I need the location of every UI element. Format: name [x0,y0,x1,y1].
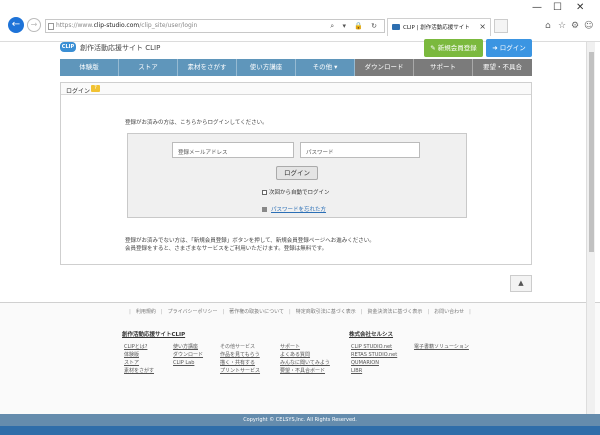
login-section-header: ログイン ? [61,83,531,95]
footer-link[interactable]: サポート [280,343,330,351]
page-icon [48,23,54,30]
url-text: https://www.clip-studio.com/clip_site/us… [56,22,198,29]
footer-link[interactable]: 使い方講座 [173,343,203,351]
back-arrow-icon[interactable]: ← [8,17,24,33]
new-tab-button[interactable] [494,19,508,33]
tab-close-icon[interactable]: × [479,22,486,31]
checkbox-icon[interactable] [262,190,267,195]
forward-arrow-icon[interactable]: → [27,18,41,32]
login-form: 登録メールアドレス パスワード ログイン 次回から自動でログイン パスワードを忘… [127,133,467,218]
footer-link[interactable]: 作品を見てもらう [220,351,260,359]
nav-item-requests[interactable]: 要望・不具合 [473,59,532,76]
nav-item-materials[interactable]: 素材をさがす [178,59,237,76]
forgot-password-link[interactable]: パスワードを忘れた方 [262,205,326,213]
browser-tab[interactable]: CLIP | 創作活動応援サイト × [387,18,491,36]
footer-link-payment[interactable]: 資金決済法に基づく表示 [367,309,422,315]
footer-link-copyright[interactable]: 著作権の取扱いについて [229,309,284,315]
browser-titlebar: ← → https://www.clip-studio.com/clip_sit… [0,0,600,42]
copyright-bar: Copyright © CELSYS,Inc. All Rights Reser… [0,414,600,426]
header-login-button[interactable]: ➜ ログイン [486,39,532,57]
login-intro-text: 登録がお済みの方は、こちらからログインしてください。 [125,120,268,126]
nav-item-tutorials[interactable]: 使い方講座 [237,59,296,76]
footer-col-3: その他サービス 作品を見てもらう 描く・共有する プリントサービス [220,343,260,375]
feedback-smile-icon[interactable]: ☺ [584,21,593,31]
clip-logo[interactable]: CLIP [60,42,76,52]
footer-link[interactable]: 要望・不具合ボード [280,367,330,375]
footer-link-contact[interactable]: お問い合わせ [434,309,464,315]
footer-col-4: サポート よくある質問 みんなに聞いてみよう 要望・不具合ボード [280,343,330,375]
tab-favicon-icon [392,24,400,30]
tab-title: CLIP | 創作活動応援サイト [403,25,470,31]
email-placeholder: 登録メールアドレス [178,150,228,156]
footer-link-privacy[interactable]: プライバシーポリシー [168,309,218,315]
nav-item-support[interactable]: サポート [414,59,473,76]
nav-item-trial[interactable]: 体験版 [60,59,119,76]
register-note-line2: 会員登録をすると、さまざまなサービスをご利用いただけます。登録は無料です。 [125,246,328,252]
password-placeholder: パスワード [306,150,334,156]
address-bar-icons[interactable]: ⌕ ▾ 🔒 ↻ [330,22,380,31]
bottom-strip [0,426,600,435]
settings-gear-icon[interactable]: ⚙ [571,21,579,31]
footer-col-5: CLIP STUDIO.net RETAS STUDIO.net QUMARIO… [351,343,397,375]
footer-link[interactable]: QUMARION [351,359,397,367]
password-field[interactable]: パスワード [300,142,420,158]
footer-link[interactable]: 素材をさがす [124,367,154,375]
help-icon[interactable]: ? [91,85,100,92]
site-title[interactable]: 創作活動応援サイト CLIP [80,43,160,53]
footer-link[interactable]: ダウンロード [173,351,203,359]
footer-link[interactable]: プリントサービス [220,367,260,375]
main-nav: 体験版 ストア 素材をさがす 使い方講座 その他 ▾ ダウンロード サポート 要… [60,59,532,76]
footer-links: | 利用規約 | プライバシーポリシー | 著作権の取扱いについて | 特定商取引法に基づく表… [129,309,471,315]
scrollbar-thumb[interactable] [589,52,594,252]
footer-col-6: 電子書籍ソリューション [414,343,469,351]
minimize-icon[interactable]: — [532,2,542,13]
nav-item-other[interactable]: その他 ▾ [296,59,355,76]
footer-link[interactable]: 体験版 [124,351,154,359]
nav-item-store[interactable]: ストア [119,59,178,76]
footer-col-heading: その他サービス [220,344,256,350]
register-button[interactable]: ✎ 新規会員登録 [424,39,483,57]
email-field[interactable]: 登録メールアドレス [172,142,294,158]
footer-link[interactable]: RETAS STUDIO.net [351,351,397,359]
maximize-icon[interactable]: ☐ [553,2,562,13]
close-window-icon[interactable]: ✕ [576,2,584,13]
vertical-scrollbar[interactable] [586,42,595,414]
footer-col-1: CLIPとは? 体験版 ストア 素材をさがす [124,343,154,375]
register-note-line1: 登録がお済みでない方は、「新規会員登録」ボタンを押して、新規会員登録ページへお進… [125,238,375,244]
login-section: ログイン ? 登録がお済みの方は、こちらからログインしてください。 登録メールア… [60,82,532,265]
nav-item-download[interactable]: ダウンロード [355,59,414,76]
auto-login-checkbox[interactable]: 次回から自動でログイン [262,188,330,196]
footer-link[interactable]: CLIP STUDIO.net [351,343,397,351]
footer-link[interactable]: ストア [124,359,154,367]
footer-col-2: 使い方講座 ダウンロード CLIP Lab [173,343,203,367]
footer-section-celsys[interactable]: 株式会社セルシス [349,330,393,338]
footer-section-clip[interactable]: 創作活動応援サイトCLIP [122,330,185,338]
home-icon[interactable]: ⌂ [545,21,551,31]
footer-link[interactable]: よくある質問 [280,351,330,359]
login-heading: ログイン [66,88,91,95]
footer-link-terms[interactable]: 利用規約 [136,309,156,315]
footer-link[interactable]: みんなに聞いてみよう [280,359,330,367]
page-top-button[interactable]: ▲ [510,275,532,292]
bullet-square-icon [262,207,267,212]
footer-link[interactable]: LIBR [351,367,397,375]
login-submit-button[interactable]: ログイン [276,166,318,180]
footer-link[interactable]: CLIPとは? [124,343,154,351]
footer-link[interactable]: CLIP Lab [173,359,203,367]
footer-link[interactable]: 描く・共有する [220,359,260,367]
favorites-star-icon[interactable]: ☆ [558,21,566,31]
footer-link-commerce[interactable]: 特定商取引法に基づく表示 [296,309,356,315]
footer-link[interactable]: 電子書籍ソリューション [414,343,469,351]
address-bar[interactable]: https://www.clip-studio.com/clip_site/us… [45,19,385,33]
site-header: CLIP 創作活動応援サイト CLIP ✎ 新規会員登録 ➜ ログイン [60,39,532,57]
